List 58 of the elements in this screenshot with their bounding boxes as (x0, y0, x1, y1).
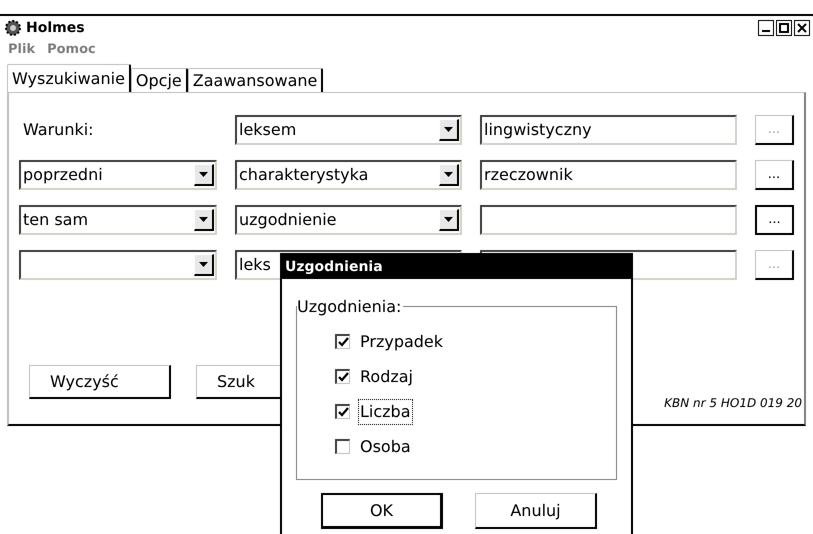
maximize-icon (779, 23, 789, 33)
menu-item[interactable]: Pomoc (47, 40, 96, 60)
footer-text: KBN nr 5 HO1D 019 20 (664, 395, 802, 412)
field-value: lingwistyczny (484, 119, 592, 141)
checkbox-label: Liczba (358, 398, 413, 424)
dropdown-value: leks (239, 254, 271, 276)
tab[interactable]: Zaawansowane (188, 68, 324, 92)
dropdown-value: uzgodnienie (239, 209, 336, 231)
dropdown[interactable] (19, 250, 217, 280)
dropdown-button[interactable] (194, 254, 214, 276)
dropdown-button[interactable] (194, 164, 214, 186)
dropdown-button[interactable] (194, 209, 214, 231)
minimize-icon (762, 30, 770, 32)
caret-icon (199, 262, 208, 267)
checkbox[interactable] (335, 334, 350, 349)
close-icon (797, 23, 807, 33)
window-title: Holmes (26, 18, 85, 38)
dropdown-value: charakterystyka (239, 164, 368, 186)
dropdown[interactable]: charakterystyka (235, 160, 462, 190)
dropdown[interactable]: uzgodnienie (235, 205, 462, 235)
checkbox-label: Osoba (359, 436, 412, 458)
caret-icon (199, 172, 208, 177)
action-button[interactable]: Wyczyść (29, 365, 171, 399)
dropdown-button[interactable] (439, 164, 459, 186)
tab[interactable]: Wyszukiwanie (7, 64, 131, 92)
browse-button[interactable]: ... (755, 160, 794, 190)
caret-icon (199, 217, 208, 222)
dropdown-button[interactable] (439, 209, 459, 231)
field-value: rzeczownik (484, 164, 573, 186)
caret-icon (444, 217, 453, 222)
caret-icon (444, 127, 453, 132)
checkbox-label: Rodzaj (359, 366, 414, 388)
conditions-label: Warunki: (22, 120, 94, 139)
dropdown-value: poprzedni (23, 164, 103, 186)
dropdown-value: ten sam (23, 209, 88, 231)
text-field[interactable] (480, 205, 737, 235)
dialog-button[interactable]: Anuluj (475, 493, 597, 529)
menu-item[interactable]: Plik (8, 40, 36, 60)
browse-button[interactable]: ... (755, 205, 794, 235)
close-button[interactable] (794, 20, 810, 36)
text-field[interactable]: lingwistyczny (480, 115, 737, 145)
caret-icon (444, 172, 453, 177)
checkbox[interactable] (335, 369, 350, 384)
dropdown[interactable]: poprzedni (19, 160, 217, 190)
dropdown-button[interactable] (439, 119, 459, 141)
maximize-button[interactable] (776, 20, 792, 36)
dialog-button[interactable]: OK (321, 493, 443, 529)
dialog-title: Uzgodnienia (285, 258, 383, 276)
checkbox[interactable] (335, 439, 350, 454)
gear-icon (3, 19, 23, 37)
minimize-button[interactable] (758, 20, 774, 36)
tab[interactable]: Opcje (130, 68, 188, 92)
dropdown-value: leksem (239, 119, 296, 141)
checkbox[interactable] (335, 404, 350, 419)
text-field[interactable]: rzeczownik (480, 160, 737, 190)
checkbox-label: Przypadek (359, 330, 444, 352)
dropdown[interactable]: ten sam (19, 205, 217, 235)
dropdown[interactable]: leksem (235, 115, 462, 145)
